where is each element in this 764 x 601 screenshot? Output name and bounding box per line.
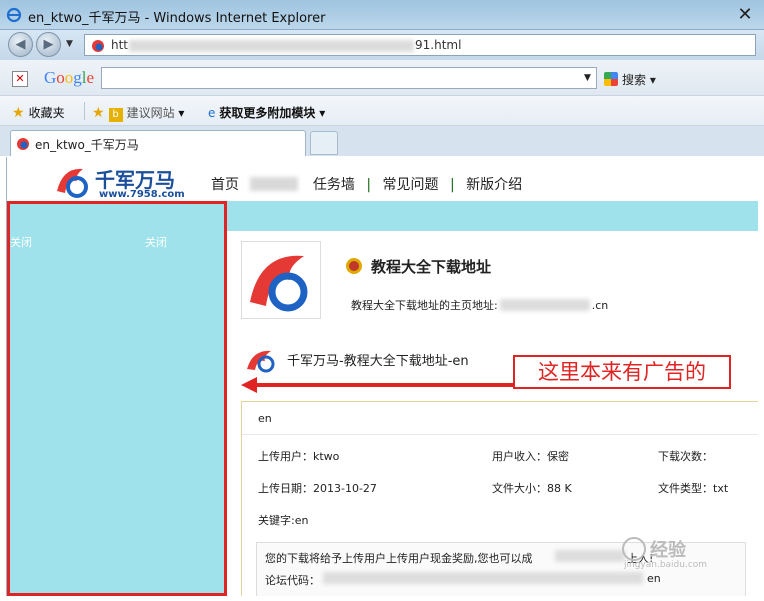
keywords: 关键字:en <box>258 514 309 527</box>
nav-faq[interactable]: 常见问题 <box>383 177 439 193</box>
forward-button[interactable]: ▶ <box>36 32 61 57</box>
google-logo: Google <box>44 68 95 87</box>
back-button[interactable]: ◀ <box>8 32 33 57</box>
close-icon[interactable]: ✕ <box>734 4 756 26</box>
user-income: 用户收入：保密 <box>492 450 569 463</box>
google-search-button[interactable]: 搜索 ▾ <box>604 71 656 88</box>
google-search-input[interactable] <box>101 67 597 89</box>
uploader: 上传用户：ktwo <box>258 450 340 463</box>
download-title[interactable]: 千军万马-教程大全下载地址-en <box>287 350 469 369</box>
address-bar[interactable]: htt 91.html <box>84 34 756 56</box>
file-size: 文件大小：88 K <box>492 482 572 495</box>
profile-home-suffix[interactable]: .cn <box>592 299 609 312</box>
favorites-label: 收藏夹 <box>28 106 65 120</box>
window-title: en_ktwo_千军万马 - Windows Internet Explorer <box>28 11 326 26</box>
site-favicon-icon <box>92 40 104 52</box>
new-tab-button[interactable] <box>310 131 338 155</box>
forum-code-end: en <box>647 572 661 585</box>
toolbar-close-icon[interactable]: ✕ <box>12 71 28 87</box>
header-band <box>227 201 758 231</box>
nav-redacted <box>250 177 299 191</box>
file-tag: en <box>258 412 272 425</box>
watermark: 经验 jingyan.baidu.com <box>622 536 707 570</box>
forum-code-redacted <box>323 572 643 584</box>
ad-panel-highlighted: 关闭 关闭 <box>7 201 227 596</box>
address-redacted <box>129 40 414 52</box>
google-toolbar: ✕ Google ▼ 搜索 ▾ <box>0 60 764 96</box>
horse-logo-icon <box>250 255 308 312</box>
suggested-sites-button[interactable]: ★ b 建议网站 ▾ <box>92 104 184 122</box>
tab-favicon-icon <box>17 138 29 150</box>
tab-current[interactable]: en_ktwo_千军万马 <box>10 130 306 156</box>
divider <box>242 434 758 435</box>
bing-icon: b <box>108 108 123 122</box>
addons-button[interactable]: e 获取更多附加模块 ▾ <box>208 104 325 121</box>
ie-icon <box>6 7 22 23</box>
suggested-sites-label: 建议网站 <box>126 106 175 120</box>
search-label: 搜索 <box>622 73 647 87</box>
upload-date: 上传日期：2013-10-27 <box>258 482 377 495</box>
watermark-sub: jingyan.baidu.com <box>624 560 708 570</box>
favorites-separator <box>84 102 85 120</box>
ie-addon-icon: e <box>208 106 216 120</box>
page-content: 千军万马 www.7958.com 首页 任务墙 | 常见问题 | 新版介绍 关… <box>6 157 758 596</box>
profile-title: 教程大全下载地址 <box>371 258 492 276</box>
profile-home: 教程大全下载地址的主页地址: .cn <box>351 297 608 313</box>
search-dropdown-icon[interactable]: ▼ <box>584 73 591 83</box>
history-dropdown-icon[interactable]: ▼ <box>66 39 73 49</box>
google-icon <box>604 72 618 86</box>
nav-new[interactable]: 新版介绍 <box>466 177 522 193</box>
horse-logo-icon <box>57 168 88 198</box>
window-titlebar: en_ktwo_千军万马 - Windows Internet Explorer… <box>0 0 764 30</box>
star-icon: ★ <box>12 105 25 121</box>
addons-label: 获取更多附加模块 <box>219 106 316 120</box>
add-favorite-icon: ★ <box>92 105 105 121</box>
horse-logo-icon <box>247 350 275 373</box>
profile-home-prefix: 教程大全下载地址的主页地址: <box>351 299 498 312</box>
ad-close-link[interactable]: 关闭 <box>10 234 32 250</box>
notice-redacted <box>555 550 625 562</box>
annotation-callout: 这里本来有广告的 <box>513 355 731 389</box>
site-logo[interactable]: 千军万马 www.7958.com <box>53 163 193 200</box>
tab-bar: en_ktwo_千军万马 <box>0 126 764 156</box>
site-url: www.7958.com <box>99 189 185 200</box>
address-url-suffix: 91.html <box>415 38 462 52</box>
profile-logo <box>241 241 321 319</box>
watermark-text: 经验 <box>650 540 686 561</box>
favorites-button[interactable]: ★ 收藏夹 <box>12 104 65 121</box>
site-navigation: 首页 任务墙 | 常见问题 | 新版介绍 <box>211 174 529 194</box>
favorites-bar: ★ 收藏夹 ★ b 建议网站 ▾ e 获取更多附加模块 ▾ <box>0 96 764 126</box>
navigation-bar: ◀ ▶ ▼ htt 91.html <box>0 30 764 60</box>
download-count: 下载次数： <box>658 450 713 463</box>
tab-label: en_ktwo_千军万马 <box>35 138 139 152</box>
forum-code-label: 论坛代码： <box>265 574 320 587</box>
nav-separator: | <box>366 177 372 193</box>
notice-line1: 您的下载将给予上传用户上传用户现金奖励,您也可以成 <box>265 552 533 565</box>
nav-home[interactable]: 首页 <box>211 177 239 193</box>
nav-separator: | <box>449 177 455 193</box>
paw-icon <box>622 537 646 561</box>
medal-icon <box>346 258 362 274</box>
profile-home-redacted <box>499 299 590 311</box>
address-url-prefix: htt <box>111 38 129 52</box>
annotation-arrow <box>255 383 517 387</box>
file-type: 文件类型：txt <box>658 482 729 495</box>
ad-close-link[interactable]: 关闭 <box>145 234 167 250</box>
nav-tasks[interactable]: 任务墙 <box>313 177 355 193</box>
